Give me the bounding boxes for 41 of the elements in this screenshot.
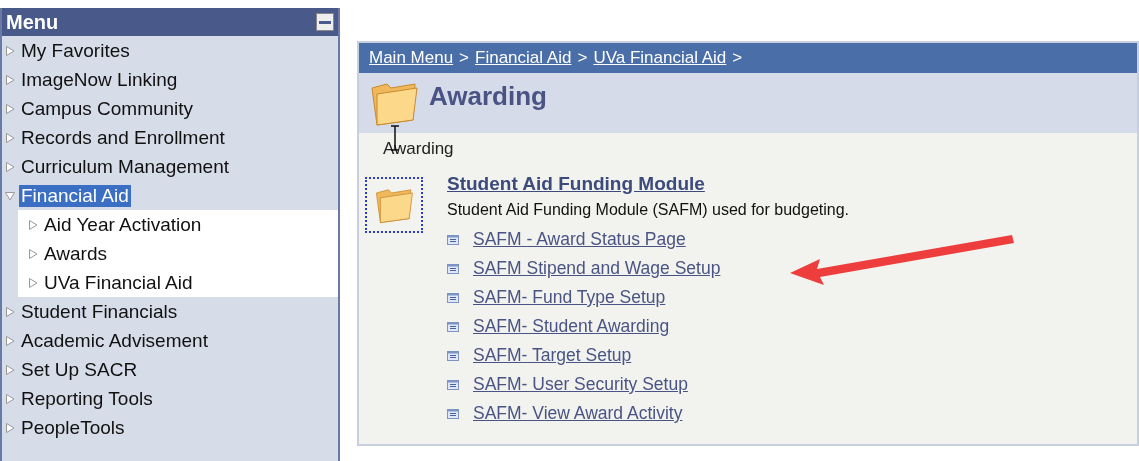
page-link[interactable]: SAFM- Student Awarding bbox=[473, 316, 670, 337]
menu-item[interactable]: Records and Enrollment bbox=[19, 126, 227, 149]
page-icon bbox=[447, 408, 459, 419]
breadcrumb-link[interactable]: Main Menu bbox=[369, 48, 454, 68]
menu-item[interactable]: PeopleTools bbox=[19, 416, 127, 439]
menu-item[interactable]: Campus Community bbox=[19, 97, 196, 120]
page-icon bbox=[447, 379, 459, 390]
menu-item[interactable]: My Favorites bbox=[19, 39, 132, 62]
page-title: Awarding bbox=[429, 80, 547, 112]
page-link[interactable]: SAFM - Award Status Page bbox=[473, 229, 686, 250]
page-link[interactable]: SAFM- User Security Setup bbox=[473, 374, 688, 395]
menu-item[interactable]: Set Up SACR bbox=[19, 358, 140, 381]
module-title-link[interactable]: Student Aid Funding Module bbox=[447, 173, 849, 195]
menu-item[interactable]: Aid Year Activation bbox=[42, 213, 204, 236]
page-link[interactable]: SAFM Stipend and Wage Setup bbox=[473, 258, 721, 279]
breadcrumb-link[interactable]: UVa Financial Aid bbox=[593, 48, 727, 68]
menu-item[interactable]: Financial Aid bbox=[19, 184, 131, 207]
page-link[interactable]: SAFM- View Award Activity bbox=[473, 403, 683, 424]
menu-item[interactable]: Awards bbox=[42, 242, 109, 265]
menu-item[interactable]: Student Financials bbox=[19, 300, 180, 323]
page-link[interactable]: SAFM- Target Setup bbox=[473, 345, 632, 366]
collapse-button[interactable] bbox=[316, 13, 334, 31]
menu-item[interactable]: UVa Financial Aid bbox=[42, 271, 195, 294]
breadcrumb-separator: > bbox=[732, 48, 743, 68]
menu-title: Menu bbox=[6, 10, 59, 34]
breadcrumb-separator: > bbox=[459, 48, 470, 68]
page-link[interactable]: SAFM- Fund Type Setup bbox=[473, 287, 666, 308]
page-icon bbox=[447, 292, 459, 303]
page-icon bbox=[447, 350, 459, 361]
module-description: Student Aid Funding Module (SAFM) used for budgeting. bbox=[447, 201, 849, 219]
menu-item[interactable]: Reporting Tools bbox=[19, 387, 155, 410]
page-subtitle: Awarding bbox=[383, 139, 455, 159]
page-icon bbox=[447, 234, 459, 245]
page-icon bbox=[447, 321, 459, 332]
folder-button[interactable] bbox=[365, 177, 423, 233]
menu-item[interactable]: Curriculum Management bbox=[19, 155, 232, 178]
breadcrumb-separator: > bbox=[577, 48, 588, 68]
menu-item[interactable]: ImageNow Linking bbox=[19, 68, 180, 91]
page-icon bbox=[447, 263, 459, 274]
menu-item[interactable]: Academic Advisement bbox=[19, 329, 210, 352]
breadcrumb-link[interactable]: Financial Aid bbox=[475, 48, 572, 68]
